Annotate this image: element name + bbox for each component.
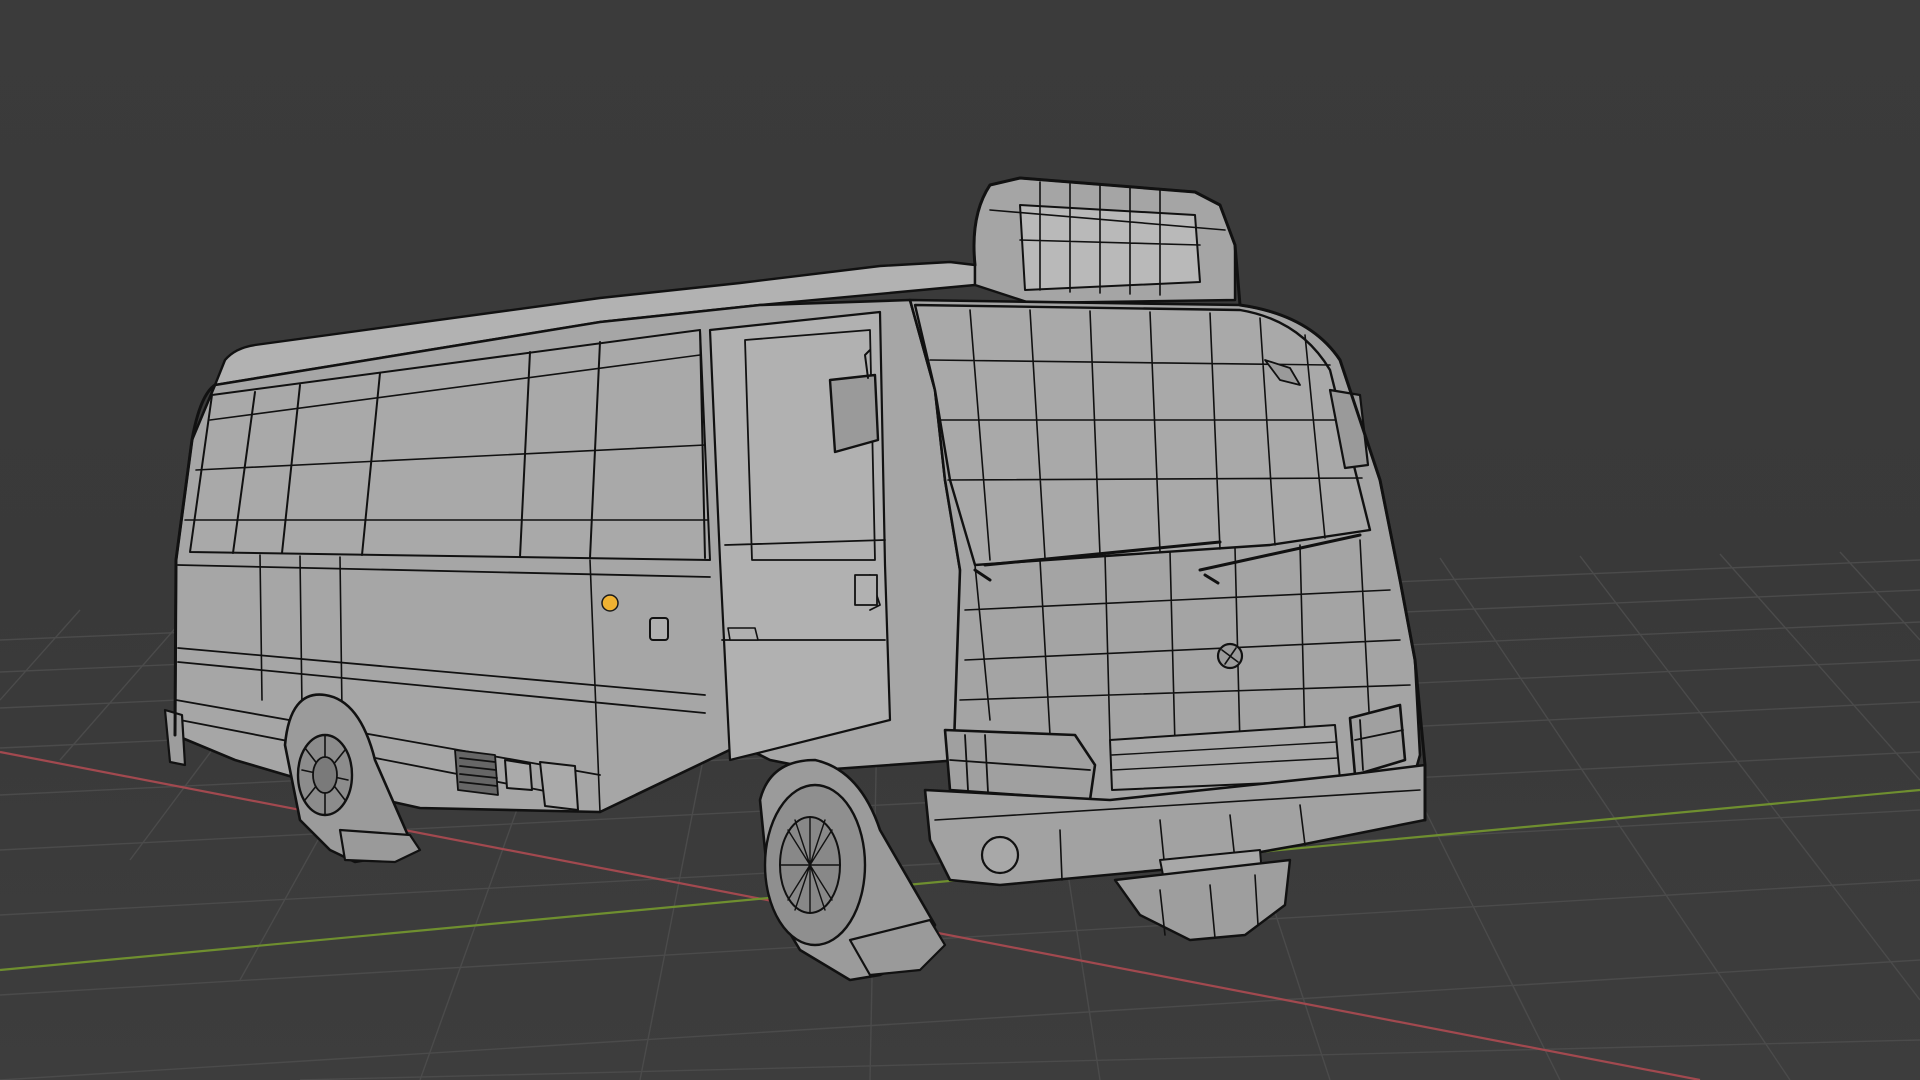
object-origin-dot[interactable] <box>601 594 619 612</box>
front-wheel <box>758 758 947 982</box>
viewport-canvas <box>0 176 1920 1080</box>
side-hatch <box>539 761 579 811</box>
side-vent <box>454 749 499 796</box>
3d-viewport[interactable] <box>0 0 1920 1080</box>
side-handle <box>649 617 669 641</box>
side-hatch <box>504 759 533 791</box>
side-mirror <box>828 373 880 454</box>
fog-light <box>980 835 1020 875</box>
windshield <box>913 303 1372 567</box>
minibus-mesh[interactable] <box>163 176 1427 982</box>
